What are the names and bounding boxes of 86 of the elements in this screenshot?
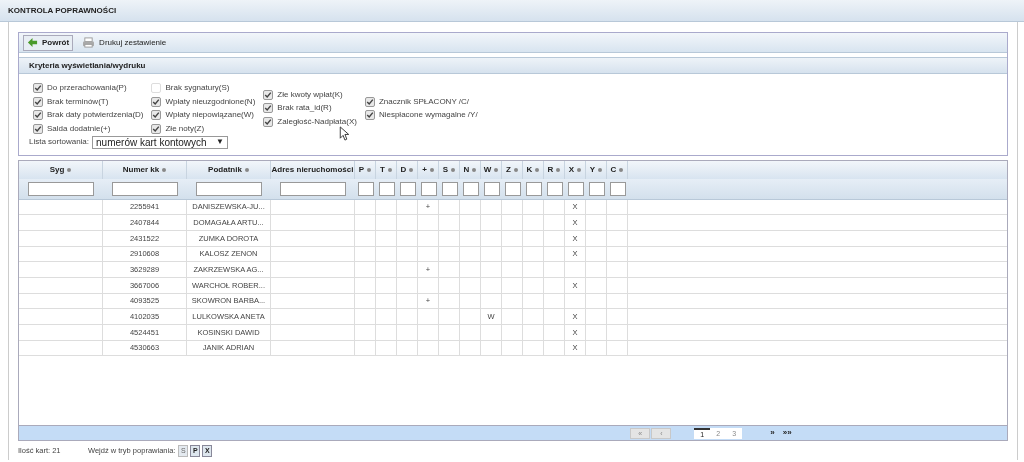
checkbox-label: Znacznik SPŁACONY /C/ bbox=[378, 95, 469, 108]
title-bar: KONTROLA POPRAWNOŚCI bbox=[0, 0, 1024, 22]
column-header[interactable]: + bbox=[418, 160, 439, 179]
column-header[interactable]: Y bbox=[586, 160, 607, 179]
criteria-header: Kryteria wyświetlania/wydruku bbox=[19, 57, 1007, 74]
column-header[interactable]: Adres nieruchomości bbox=[271, 160, 355, 179]
checkbox-label: Do przerachowania(P) bbox=[47, 82, 127, 94]
checkbox-label: Brak sygnatury(S) bbox=[165, 82, 230, 94]
filter-field[interactable] bbox=[112, 181, 178, 196]
checkbox-label: Brak rata_id(R) bbox=[277, 102, 332, 115]
sort-icon bbox=[513, 167, 518, 172]
checkbox[interactable] bbox=[33, 83, 43, 93]
column-header[interactable]: X bbox=[565, 160, 586, 179]
sort-icon bbox=[162, 167, 167, 172]
back-button[interactable]: Powrót bbox=[23, 34, 74, 51]
filter-field[interactable] bbox=[280, 181, 346, 196]
checkbox[interactable] bbox=[263, 116, 274, 127]
filter-field[interactable] bbox=[567, 181, 584, 196]
filter-field[interactable] bbox=[504, 181, 521, 196]
column-header[interactable]: Podatnik bbox=[187, 160, 271, 179]
column-header[interactable]: D bbox=[397, 160, 418, 179]
sort-icon bbox=[409, 167, 414, 172]
checkbox-label: Brak terminów(T) bbox=[47, 95, 109, 108]
column-header[interactable]: R bbox=[544, 160, 565, 179]
checkbox[interactable] bbox=[33, 96, 43, 107]
checkbox-label: Salda dodatnie(+) bbox=[47, 122, 111, 135]
sort-icon bbox=[619, 167, 624, 172]
sort-icon bbox=[67, 167, 72, 172]
checkbox[interactable] bbox=[33, 123, 43, 134]
sort-icon bbox=[494, 167, 499, 172]
checkbox-label: Zaległość-Nadpłata(X) bbox=[277, 115, 357, 128]
filter-field[interactable] bbox=[357, 181, 374, 196]
filter-field[interactable] bbox=[546, 181, 563, 196]
checkbox[interactable] bbox=[151, 123, 162, 134]
filter-field[interactable] bbox=[420, 181, 437, 196]
sort-icon bbox=[451, 167, 456, 172]
sort-icon bbox=[367, 167, 372, 172]
checkbox[interactable] bbox=[364, 110, 375, 120]
sort-icon bbox=[577, 167, 582, 172]
filter-field[interactable] bbox=[196, 181, 262, 196]
sort-icon bbox=[556, 167, 561, 172]
sort-icon bbox=[598, 167, 603, 172]
column-header[interactable]: Syg bbox=[19, 160, 103, 179]
column-header[interactable]: K bbox=[523, 160, 544, 179]
sort-label: Lista sortowania: bbox=[29, 136, 90, 148]
checkbox-label: Złe noty(Z) bbox=[165, 122, 205, 135]
checkbox[interactable] bbox=[151, 110, 162, 120]
sort-icon bbox=[535, 167, 540, 172]
pager-button[interactable]: » bbox=[766, 427, 779, 439]
arrow-icon bbox=[27, 37, 38, 48]
checkbox-label: Niespłacone wymagalne /Y/ bbox=[378, 109, 478, 121]
column-header[interactable]: T bbox=[376, 160, 397, 179]
column-header[interactable]: W bbox=[481, 160, 502, 179]
sort-icon bbox=[387, 167, 392, 172]
checkbox[interactable] bbox=[151, 96, 162, 107]
sort-dropdown[interactable]: numerów kart kontowych ▼ bbox=[92, 135, 229, 149]
filter-field[interactable] bbox=[609, 181, 626, 196]
print-button[interactable]: Drukuj zestawienie bbox=[79, 34, 170, 51]
filter-field[interactable] bbox=[441, 181, 458, 196]
column-header[interactable]: S bbox=[439, 160, 460, 179]
sort-icon bbox=[244, 167, 249, 172]
pager-button[interactable]: »» bbox=[778, 427, 796, 439]
filter-field[interactable] bbox=[378, 181, 395, 196]
sort-icon bbox=[472, 167, 477, 172]
mouse-cursor-icon bbox=[339, 126, 349, 141]
column-header[interactable]: Numer kk bbox=[103, 160, 187, 179]
column-header[interactable]: Z bbox=[502, 160, 523, 179]
column-header[interactable]: P bbox=[355, 160, 376, 179]
column-header[interactable]: C bbox=[607, 160, 628, 179]
filter-field[interactable] bbox=[462, 181, 479, 196]
checkbox-label: Wpłaty niepowiązane(W) bbox=[165, 109, 254, 121]
checkbox[interactable] bbox=[33, 110, 43, 120]
filter-field[interactable] bbox=[588, 181, 605, 196]
checkbox[interactable] bbox=[364, 96, 375, 107]
checkbox[interactable] bbox=[263, 103, 274, 114]
filter-field[interactable] bbox=[28, 181, 94, 196]
checkbox-label: Wpłaty nieuzgodnione(N) bbox=[165, 95, 256, 108]
filter-field[interactable] bbox=[525, 181, 542, 196]
sort-icon bbox=[429, 167, 434, 172]
checkbox-label: Brak daty potwierdzenia(D) bbox=[47, 109, 144, 121]
filter-field[interactable] bbox=[399, 181, 416, 196]
printer-icon bbox=[82, 37, 96, 48]
column-header[interactable]: N bbox=[460, 160, 481, 179]
filter-field[interactable] bbox=[483, 181, 500, 196]
checkbox-label: Złe kwoty wpłat(K) bbox=[277, 88, 343, 101]
checkbox[interactable] bbox=[263, 89, 274, 100]
